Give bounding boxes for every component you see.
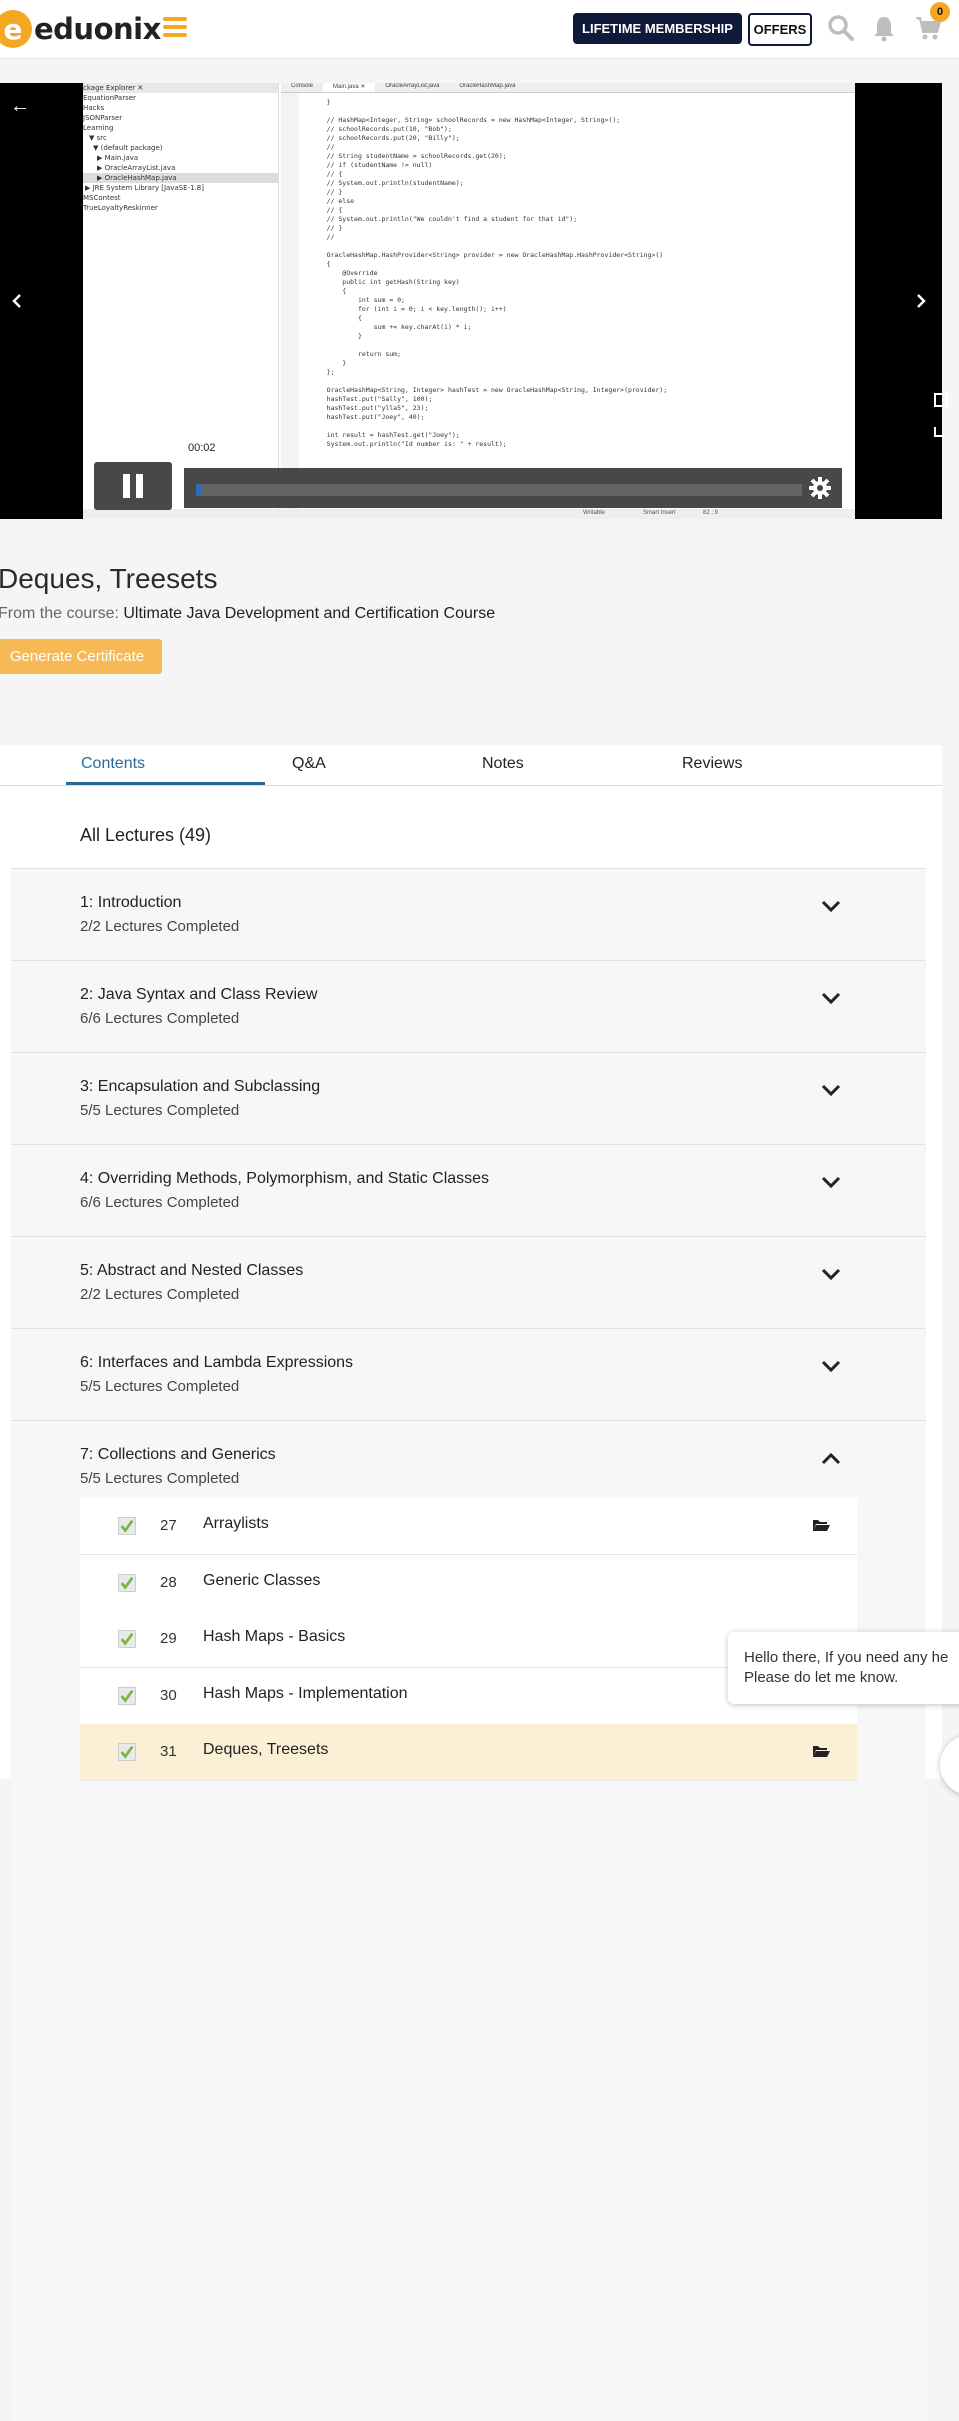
chevron-down-icon[interactable] — [821, 1175, 841, 1189]
section-progress: 6/6 Lectures Completed — [80, 1010, 240, 1027]
fullscreen-icon[interactable] — [934, 427, 944, 437]
chevron-down-icon[interactable] — [821, 899, 841, 913]
bell-icon[interactable] — [870, 14, 898, 42]
lecture-item[interactable]: 31 Deques, Treesets — [80, 1724, 857, 1781]
lecture-title-link[interactable]: Arraylists — [203, 1515, 269, 1533]
section-progress: 5/5 Lectures Completed — [80, 1102, 240, 1119]
completed-checkbox[interactable] — [118, 1743, 136, 1761]
lecture-title-link[interactable]: Hash Maps - Basics — [203, 1628, 345, 1646]
pause-button[interactable] — [94, 462, 172, 510]
chevron-down-icon[interactable] — [821, 1083, 841, 1097]
back-arrow-icon[interactable]: ← — [10, 95, 30, 118]
progress-bar[interactable] — [184, 468, 842, 508]
search-icon[interactable] — [827, 14, 855, 42]
section-6[interactable]: 6: Interfaces and Lambda Expressions 5/5 … — [11, 1328, 926, 1420]
ide-statusbar: Writable Smart Insert 82 : 9 — [83, 509, 855, 519]
section-progress: 2/2 Lectures Completed — [80, 918, 240, 935]
chat-line-1: Hello there, If you need any he — [744, 1649, 949, 1666]
ide-tabs: Console Main.java ✕ OracleArrayList.java… — [281, 83, 855, 93]
course-line: From the course: Ultimate Java Developme… — [0, 605, 495, 623]
eduonix-logo[interactable]: e eduonix — [0, 10, 161, 48]
chat-popup[interactable]: Hello there, If you need any he Please d… — [728, 1632, 959, 1704]
completed-checkbox[interactable] — [118, 1573, 136, 1592]
chat-launcher-button[interactable] — [940, 1735, 959, 1795]
tab-qa[interactable]: Q&A — [292, 755, 326, 773]
course-prefix: From the course: — [0, 605, 124, 622]
lecture-item[interactable]: 27 Arraylists — [80, 1498, 857, 1555]
chevron-up-icon[interactable] — [821, 1451, 841, 1465]
section-progress: 2/2 Lectures Completed — [80, 1286, 240, 1303]
completed-checkbox[interactable] — [118, 1686, 136, 1705]
chat-line-2: Please do let me know. — [744, 1669, 899, 1686]
player-controls: 00:02 — [94, 441, 844, 510]
lecture-title-link[interactable]: Hash Maps - Implementation — [203, 1685, 408, 1703]
top-header: e eduonix LIFETIME MEMBERSHIP OFFERS 0 — [0, 0, 959, 59]
lifetime-membership-button[interactable]: LIFETIME MEMBERSHIP — [573, 13, 742, 44]
ide-editor: Console Main.java ✕ OracleArrayList.java… — [281, 83, 855, 519]
logo-mark: e — [0, 10, 32, 48]
tab-contents[interactable]: Contents — [81, 755, 145, 773]
tab-notes[interactable]: Notes — [482, 755, 524, 773]
lecture-title-link[interactable]: Deques, Treesets — [203, 1741, 328, 1759]
section-title: 1: Introduction — [80, 894, 182, 911]
section-1[interactable]: 1: Introduction 2/2 Lectures Completed — [11, 868, 926, 960]
video-player[interactable]: ckage Explorer ✕ EquationParser Hacks JS… — [0, 83, 948, 519]
menu-icon[interactable] — [163, 15, 187, 39]
content-panel: Contents Q&A Notes Reviews All Lectures … — [0, 745, 942, 2421]
section-title: 3: Encapsulation and Subclassing — [80, 1078, 321, 1095]
lecture-item[interactable]: 28 Generic Classes — [80, 1554, 857, 1612]
ide-package-explorer: ckage Explorer ✕ EquationParser Hacks JS… — [83, 83, 279, 519]
course-name[interactable]: Ultimate Java Development and Certificat… — [123, 605, 495, 622]
section-progress: 6/6 Lectures Completed — [80, 1194, 240, 1211]
lecture-title-link[interactable]: Generic Classes — [203, 1572, 320, 1590]
cart-count-badge: 0 — [930, 2, 950, 22]
all-lectures-heading: All Lectures (49) — [80, 825, 212, 845]
section-title: 7: Collections and Generics — [80, 1446, 276, 1463]
lecture-title: Deques, Treesets — [0, 563, 218, 594]
tab-bar: Contents Q&A Notes Reviews — [0, 745, 942, 786]
lecture-number: 29 — [160, 1630, 177, 1647]
lecture-number: 31 — [160, 1743, 177, 1760]
section-2[interactable]: 2: Java Syntax and Class Review 6/6 Lectu… — [11, 960, 926, 1052]
section-4[interactable]: 4: Overriding Methods, Polymorphism, and… — [11, 1144, 926, 1236]
time-tooltip: 00:02 — [185, 441, 219, 455]
lecture-number: 30 — [160, 1686, 177, 1704]
section-progress: 5/5 Lectures Completed — [80, 1378, 240, 1395]
section-title: 5: Abstract and Nested Classes — [80, 1262, 304, 1279]
pip-icon[interactable] — [934, 393, 948, 407]
section-3[interactable]: 3: Encapsulation and Subclassing 5/5 Lect… — [11, 1052, 926, 1144]
lecture-number: 28 — [160, 1573, 177, 1591]
settings-gear-icon[interactable] — [808, 476, 832, 500]
ide-code: } // HashMap<Integer, String> schoolReco… — [326, 98, 668, 448]
progress-fill — [196, 484, 203, 496]
section-title: 4: Overriding Methods, Polymorphism, and… — [80, 1170, 490, 1187]
completed-checkbox[interactable] — [118, 1630, 136, 1648]
chevron-down-icon[interactable] — [821, 1359, 841, 1373]
folder-open-icon[interactable] — [812, 1744, 830, 1758]
logo-text: eduonix — [34, 12, 161, 46]
lecture-number: 27 — [160, 1517, 177, 1534]
completed-checkbox[interactable] — [118, 1517, 136, 1535]
section-progress: 5/5 Lectures Completed — [80, 1470, 240, 1487]
section-5[interactable]: 5: Abstract and Nested Classes 2/2 Lectur… — [11, 1236, 926, 1328]
previous-lecture-icon[interactable] — [10, 293, 24, 309]
offers-button[interactable]: OFFERS — [748, 13, 812, 46]
folder-open-icon[interactable] — [812, 1518, 830, 1532]
tab-reviews[interactable]: Reviews — [682, 755, 742, 773]
chevron-down-icon[interactable] — [821, 1267, 841, 1281]
active-tab-indicator — [66, 782, 265, 785]
section-title: 2: Java Syntax and Class Review — [80, 986, 318, 1003]
chevron-down-icon[interactable] — [821, 991, 841, 1005]
section-title: 6: Interfaces and Lambda Expressions — [80, 1354, 354, 1371]
next-lecture-icon[interactable] — [914, 293, 928, 309]
generate-certificate-button[interactable]: Generate Certificate — [0, 639, 162, 674]
